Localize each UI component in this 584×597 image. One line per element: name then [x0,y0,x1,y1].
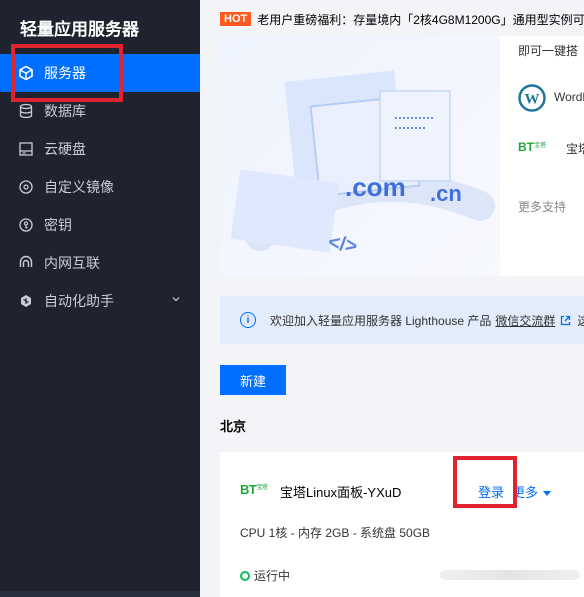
bt-logo-small: BT宝塔 [518,140,547,154]
banner-cn-text: .cn [430,181,462,206]
database-icon [18,103,34,119]
external-link-icon[interactable] [560,315,571,326]
more-dropdown[interactable]: 更多 [512,482,552,501]
sidebar-item-label: 数据库 [44,103,86,119]
promo-notice[interactable]: HOT 老用户重磅福利：存量境内「2核4G8M1200G」通用型实例可 [220,10,584,28]
sidebar-item-label: 密钥 [44,217,72,233]
login-link[interactable]: 登录 [478,482,504,501]
sidebar-item-label: 自定义镜像 [44,179,114,195]
automation-icon [18,293,34,309]
banner-code-text: </> [327,231,359,258]
wordpress-label: Wordl [554,90,584,104]
sidebar-item-database[interactable]: 数据库 [0,92,200,130]
sidebar-item-keys[interactable]: 密钥 [0,206,200,244]
sidebar-item-label: 内网互联 [44,255,100,271]
promo-notice-text: 老用户重磅福利：存量境内「2核4G8M1200G」通用型实例可 [257,12,584,27]
sidebar-bottom-strip [0,591,200,597]
more-support-link[interactable]: 更多支持 [518,198,566,215]
sidebar-item-cloud-disk[interactable]: 云硬盘 [0,130,200,168]
banner-side-text: 即可一键搭 [518,44,579,58]
sidebar-item-intranet[interactable]: 内网互联 [0,244,200,282]
sidebar-item-label: 云硬盘 [44,141,86,157]
sidebar: 轻量应用服务器 服务器 数据库 云硬盘 自定义镜像 密钥 内网互联 自动化助手 [0,0,200,597]
wordpress-icon: W [518,84,546,112]
caret-down-icon [543,491,552,497]
info-bar: i 欢迎加入轻量应用服务器 Lighthouse 产品 微信交流群 这 [220,296,584,344]
app-title: 轻量应用服务器 [20,20,139,39]
sidebar-item-label: 服务器 [44,65,86,81]
link-icon [18,255,34,271]
sidebar-item-servers[interactable]: 服务器 [0,54,200,92]
sidebar-item-label: 自动化助手 [44,293,114,309]
instance-name[interactable]: 宝塔Linux面板-YXuD [280,482,401,501]
promo-banner[interactable]: .com .cn </> 即可一键搭 W Wordl BT宝塔 宝塔面 更多支持 [220,36,584,276]
status-text: 运行中 [254,569,291,583]
info-icon: i [240,312,256,328]
banner-com-text: .com [345,172,406,202]
region-title: 北京 [220,419,247,434]
sidebar-nav: 服务器 数据库 云硬盘 自定义镜像 密钥 内网互联 自动化助手 [0,54,200,320]
status-running-icon [240,570,250,581]
masked-ip [440,570,580,580]
wechat-group-link[interactable]: 微信交流群 [495,312,555,329]
main-content: HOT 老用户重磅福利：存量境内「2核4G8M1200G」通用型实例可 .com… [200,0,584,597]
new-button[interactable]: 新建 [220,365,286,395]
info-bar-text: 欢迎加入轻量应用服务器 Lighthouse 产品 [270,313,492,328]
status-badge: 运行中 [240,567,290,584]
sidebar-item-custom-image[interactable]: 自定义镜像 [0,168,200,206]
info-bar-tail: 这 [577,313,584,328]
bt-logo: BT宝塔 [240,482,268,497]
hot-badge: HOT [220,12,252,26]
sidebar-item-automation[interactable]: 自动化助手 [0,282,200,320]
bt-label: 宝塔面 [566,142,584,156]
banner-illustration: .com .cn </> [220,36,500,276]
svg-text:W: W [525,92,540,108]
key-icon [18,217,34,233]
image-disc-icon [18,179,34,195]
disk-icon [18,141,34,157]
cube-icon [18,65,34,81]
chevron-down-icon[interactable] [172,295,180,303]
instance-card[interactable]: BT宝塔 宝塔Linux面板-YXuD 登录 更多 CPU 1核 - 内存 2G… [220,452,584,597]
instance-spec: CPU 1核 - 内存 2GB - 系统盘 50GB [240,526,431,540]
